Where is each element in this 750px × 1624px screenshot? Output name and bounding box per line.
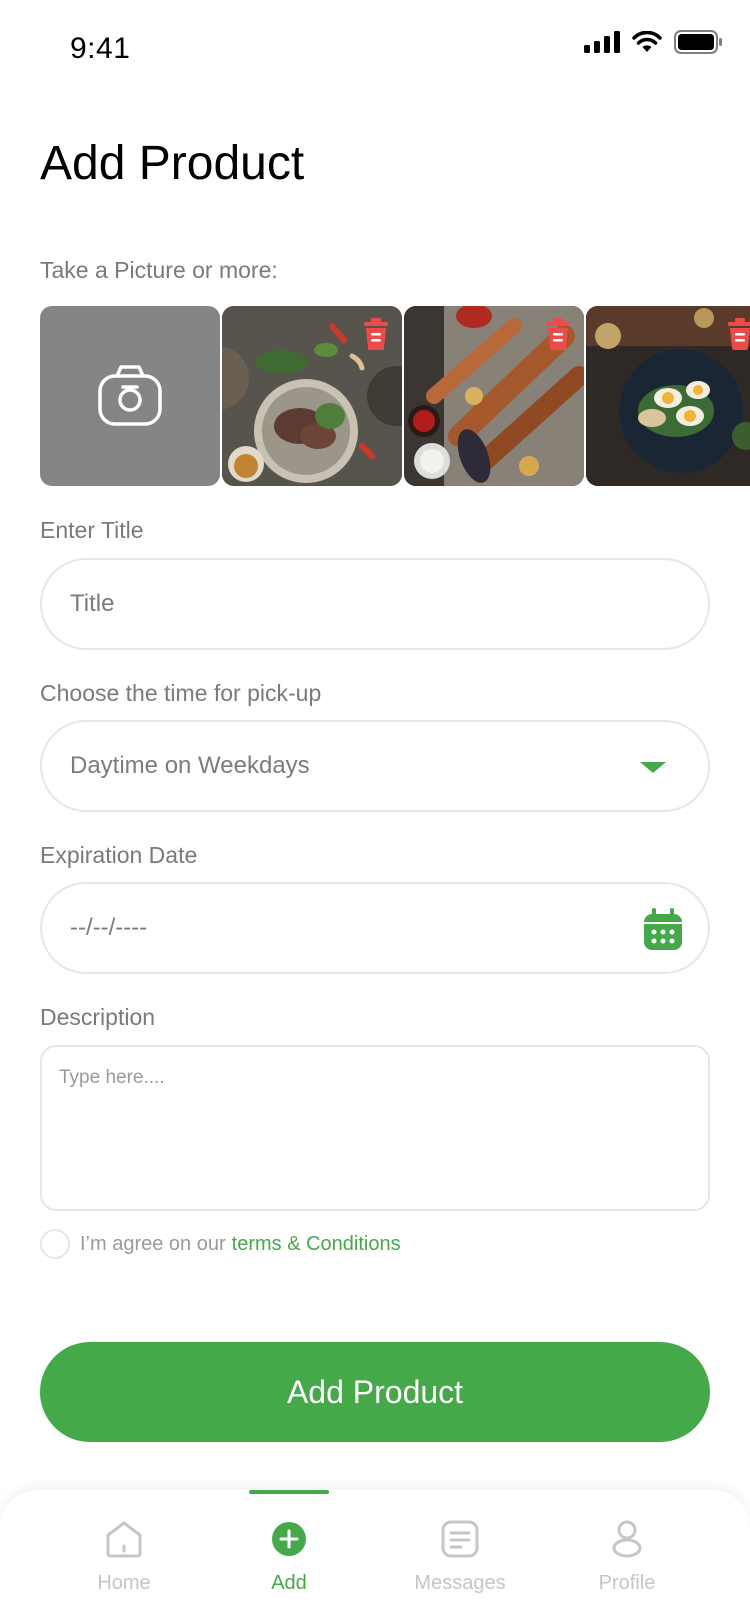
tab-profile-label: Profile xyxy=(598,1572,656,1594)
title-input[interactable]: Title xyxy=(40,558,710,650)
add-photo-button[interactable] xyxy=(40,306,220,486)
wifi-icon xyxy=(632,31,662,52)
trash-icon[interactable] xyxy=(726,318,750,350)
tab-bar: Home Add Messages Profile xyxy=(0,1490,750,1624)
photo-strip[interactable] xyxy=(40,306,750,486)
plus-circle-icon xyxy=(272,1522,306,1556)
calendar-icon[interactable] xyxy=(644,908,682,950)
terms-agreement: I’m agree on our terms & Conditions xyxy=(40,1229,401,1259)
active-tab-indicator xyxy=(249,1490,329,1494)
home-icon xyxy=(106,1521,142,1558)
terms-text: I’m agree on our xyxy=(80,1232,226,1255)
title-label: Enter Title xyxy=(40,517,144,543)
pickup-time-value: Daytime on Weekdays xyxy=(70,752,310,779)
title-placeholder: Title xyxy=(70,590,115,617)
terms-link[interactable]: terms & Conditions xyxy=(232,1233,401,1256)
tab-home[interactable]: Home xyxy=(54,1516,194,1595)
camera-icon xyxy=(98,365,162,426)
pickup-label: Choose the time for pick-up xyxy=(40,680,322,706)
pickup-time-select[interactable]: Daytime on Weekdays xyxy=(40,720,710,812)
status-time: 9:41 xyxy=(70,32,131,65)
expiration-label: Expiration Date xyxy=(40,842,198,868)
food-photo-salad[interactable] xyxy=(222,306,402,486)
tab-home-label: Home xyxy=(97,1572,151,1594)
expiration-date-input[interactable]: --/--/---- xyxy=(40,882,710,974)
message-icon xyxy=(441,1520,479,1558)
cellular-signal-icon xyxy=(584,31,620,53)
chevron-down-icon[interactable] xyxy=(640,762,666,773)
battery-icon xyxy=(674,30,722,54)
expiration-placeholder: --/--/---- xyxy=(70,914,148,941)
tab-messages[interactable]: Messages xyxy=(390,1516,530,1595)
description-textarea[interactable]: Type here.... xyxy=(40,1045,710,1211)
tab-add-label: Add xyxy=(271,1572,307,1594)
description-label: Description xyxy=(40,1004,156,1030)
add-product-button[interactable]: Add Product xyxy=(40,1342,710,1442)
trash-icon[interactable] xyxy=(362,318,390,350)
food-photo-eggs[interactable] xyxy=(586,306,750,486)
food-photo-skewers[interactable] xyxy=(404,306,584,486)
page-title: Add Product xyxy=(40,137,305,190)
photos-label: Take a Picture or more: xyxy=(40,257,278,283)
tab-profile[interactable]: Profile xyxy=(557,1516,697,1595)
tab-messages-label: Messages xyxy=(414,1572,506,1594)
status-bar: 9:41 xyxy=(0,0,750,100)
tab-add[interactable]: Add xyxy=(219,1516,359,1595)
profile-icon xyxy=(612,1520,642,1558)
description-placeholder: Type here.... xyxy=(59,1067,165,1088)
terms-checkbox[interactable] xyxy=(40,1229,70,1259)
trash-icon[interactable] xyxy=(544,318,572,350)
status-icons xyxy=(584,30,722,54)
